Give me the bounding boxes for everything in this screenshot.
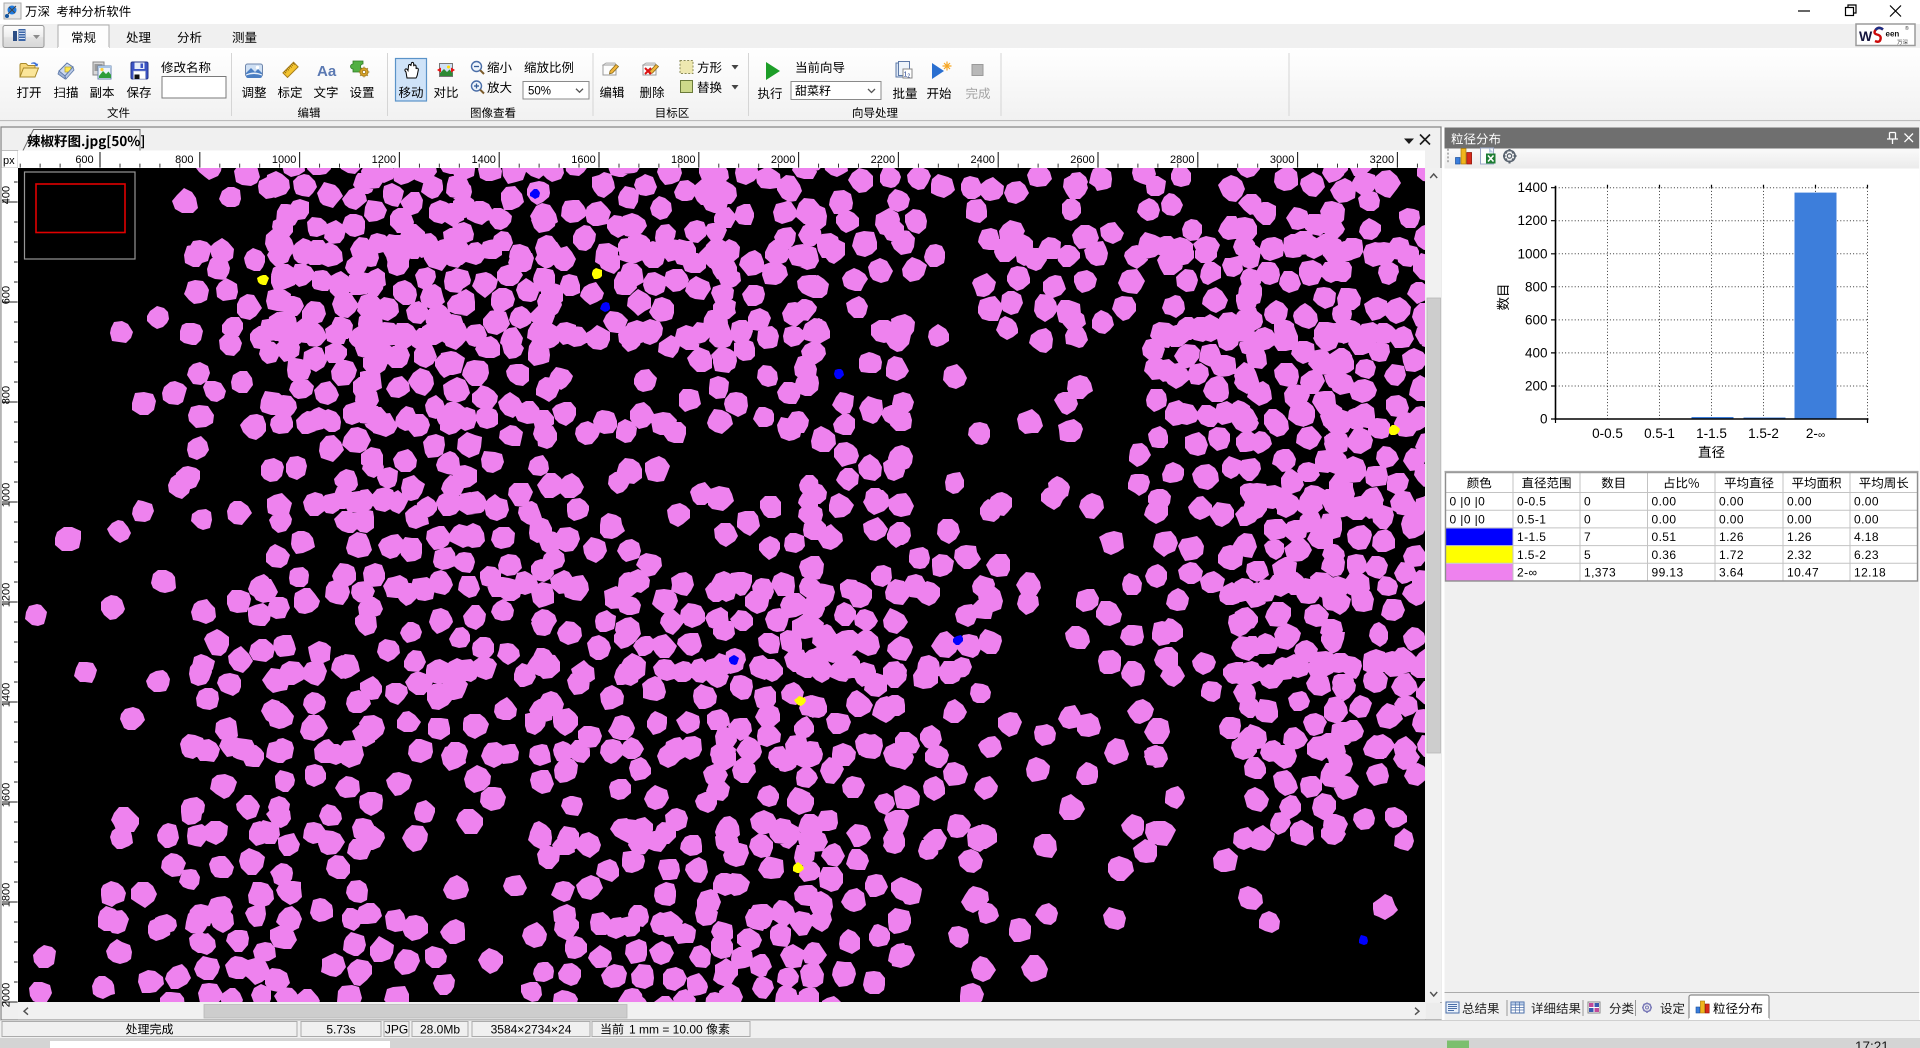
svg-text:17:21: 17:21 — [1855, 1039, 1889, 1048]
svg-text:800: 800 — [175, 154, 193, 166]
svg-text:50%: 50% — [528, 86, 551, 98]
svg-text:5.73s: 5.73s — [326, 1023, 355, 1037]
svg-text:1.26: 1.26 — [1787, 530, 1812, 544]
svg-text:99.13: 99.13 — [1652, 566, 1684, 580]
svg-text:1800: 1800 — [1, 883, 13, 907]
svg-text:px: px — [3, 155, 15, 167]
svg-text:1200: 1200 — [1517, 213, 1547, 228]
svg-text:1 mm = 10.00: 1 mm = 10.00 — [629, 1023, 703, 1037]
svg-text:28.0Mb: 28.0Mb — [420, 1023, 460, 1037]
svg-text:0.00: 0.00 — [1652, 512, 1677, 526]
svg-text:1-1.5: 1-1.5 — [1517, 530, 1546, 544]
svg-text:0-0.5: 0-0.5 — [1517, 495, 1546, 509]
svg-text:4.18: 4.18 — [1854, 530, 1879, 544]
svg-text:2-∞: 2-∞ — [1517, 566, 1537, 580]
svg-text:2000: 2000 — [1, 983, 13, 1007]
svg-text:0: 0 — [1540, 412, 1548, 427]
svg-text:400: 400 — [1, 186, 13, 204]
svg-text:1-1.5: 1-1.5 — [1696, 426, 1727, 441]
svg-text:2000: 2000 — [771, 154, 795, 166]
svg-text:0.36: 0.36 — [1652, 548, 1677, 562]
svg-text:1,373: 1,373 — [1584, 566, 1616, 580]
svg-text:7: 7 — [1584, 530, 1591, 544]
svg-text:1200: 1200 — [1, 583, 13, 607]
svg-text:2800: 2800 — [1170, 154, 1194, 166]
svg-text:0.00: 0.00 — [1854, 495, 1879, 509]
svg-text:0.5-1: 0.5-1 — [1517, 512, 1546, 526]
svg-text:Aa: Aa — [317, 63, 337, 80]
svg-text:1800: 1800 — [671, 154, 695, 166]
svg-text:1.26: 1.26 — [1719, 530, 1744, 544]
svg-text:0.5-1: 0.5-1 — [1644, 426, 1675, 441]
svg-text:3.64: 3.64 — [1719, 566, 1744, 580]
svg-text:1.5-2: 1.5-2 — [1517, 548, 1546, 562]
svg-text:1600: 1600 — [571, 154, 595, 166]
svg-text:2200: 2200 — [871, 154, 895, 166]
svg-text:JPG: JPG — [385, 1023, 408, 1037]
svg-text:2.32: 2.32 — [1787, 548, 1812, 562]
svg-text:0: 0 — [1584, 495, 1591, 509]
svg-text:2400: 2400 — [970, 154, 994, 166]
svg-text:1.72: 1.72 — [1719, 548, 1744, 562]
svg-text:1000: 1000 — [272, 154, 296, 166]
svg-text:1200: 1200 — [372, 154, 396, 166]
svg-text:12.18: 12.18 — [1854, 566, 1886, 580]
svg-text:3584×2734×24: 3584×2734×24 — [491, 1023, 572, 1037]
svg-text:0.00: 0.00 — [1719, 512, 1744, 526]
svg-text:800: 800 — [1, 386, 13, 404]
svg-text:800: 800 — [1525, 279, 1548, 294]
svg-text:600: 600 — [1525, 312, 1548, 327]
svg-text:0: 0 — [1584, 512, 1591, 526]
svg-text:400: 400 — [1525, 345, 1548, 360]
svg-text:10.47: 10.47 — [1787, 566, 1819, 580]
svg-text:1000: 1000 — [1517, 246, 1547, 261]
svg-text:0-0.5: 0-0.5 — [1592, 426, 1623, 441]
svg-text:5: 5 — [1584, 548, 1591, 562]
svg-text:®: ® — [1905, 25, 1909, 32]
svg-text:0.00: 0.00 — [1652, 495, 1677, 509]
svg-text:3000: 3000 — [1270, 154, 1294, 166]
svg-text:1600: 1600 — [1, 783, 13, 807]
svg-text:600: 600 — [1, 286, 13, 304]
svg-text:0.00: 0.00 — [1787, 512, 1812, 526]
svg-text:0 |0 |0: 0 |0 |0 — [1450, 495, 1486, 509]
svg-text:600: 600 — [75, 154, 93, 166]
svg-text:0.00: 0.00 — [1719, 495, 1744, 509]
svg-text:0.00: 0.00 — [1787, 495, 1812, 509]
svg-text:0.00: 0.00 — [1854, 512, 1879, 526]
svg-text:3200: 3200 — [1370, 154, 1394, 166]
svg-text:1400: 1400 — [1, 683, 13, 707]
svg-text:6.23: 6.23 — [1854, 548, 1879, 562]
svg-text:1400: 1400 — [1517, 180, 1547, 195]
svg-text:200: 200 — [1525, 378, 1548, 393]
svg-text:2600: 2600 — [1070, 154, 1094, 166]
svg-text:een: een — [1886, 30, 1900, 39]
svg-text:0.51: 0.51 — [1652, 530, 1677, 544]
svg-text:1000: 1000 — [1, 483, 13, 507]
svg-text:0 |0 |0: 0 |0 |0 — [1450, 512, 1486, 526]
svg-text:W: W — [1859, 28, 1873, 44]
svg-text:1.5-2: 1.5-2 — [1748, 426, 1779, 441]
svg-text:1400: 1400 — [471, 154, 495, 166]
svg-text:12: 12 — [904, 72, 911, 80]
